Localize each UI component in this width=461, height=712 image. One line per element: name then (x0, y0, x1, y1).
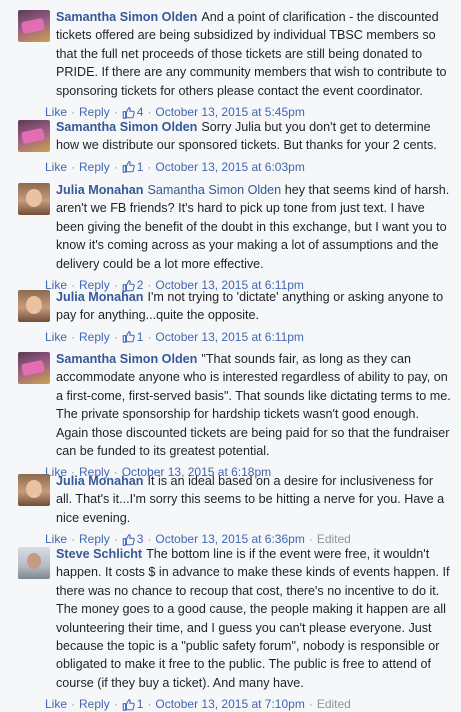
author-name[interactable]: Julia Monahan (56, 290, 143, 304)
timestamp[interactable]: October 13, 2015 at 7:10pm (155, 696, 304, 712)
separator: · (308, 697, 313, 712)
separator: · (71, 329, 76, 344)
comment-actions: Like · Reply · 1 · October 13, 2015 at 6… (45, 329, 458, 345)
timestamp[interactable]: October 13, 2015 at 6:11pm (155, 329, 304, 345)
like-count[interactable]: 1 (122, 696, 144, 712)
avatar[interactable] (18, 290, 50, 322)
thumbs-up-icon (122, 161, 135, 174)
thumbs-up-icon (122, 698, 135, 711)
comment: Samantha Simon Olden Sorry Julia but you … (18, 120, 458, 175)
author-name[interactable]: Samantha Simon Olden (56, 352, 197, 366)
avatar[interactable] (18, 547, 50, 579)
comment-body: Julia Monahan I'm not trying to 'dictate'… (56, 288, 452, 325)
separator: · (147, 697, 152, 712)
mention-tag[interactable]: Samantha Simon Olden (147, 183, 281, 197)
separator: · (147, 329, 152, 344)
avatar[interactable] (18, 352, 50, 384)
reply-link[interactable]: Reply (79, 329, 110, 345)
avatar[interactable] (18, 183, 50, 215)
comment: Julia Monahan I'm not trying to 'dictate'… (18, 290, 458, 345)
comment-body: Samantha Simon Olden Sorry Julia but you … (56, 118, 452, 155)
thumbs-up-icon (122, 331, 135, 344)
reply-link[interactable]: Reply (79, 696, 110, 712)
separator: · (71, 697, 76, 712)
comment-body: Julia Monahan It is an ideal based on a d… (56, 472, 452, 527)
comment: Steve Schlicht The bottom line is if the … (18, 547, 458, 712)
like-count-value: 1 (136, 159, 144, 174)
comment: Julia Monahan Samantha Simon Olden hey th… (18, 183, 458, 293)
separator: · (147, 159, 152, 174)
avatar[interactable] (18, 10, 50, 42)
comment-text: "That sounds fair, as long as they can a… (56, 352, 451, 459)
author-name[interactable]: Samantha Simon Olden (56, 120, 197, 134)
comment-actions: Like · Reply · 1 · October 13, 2015 at 7… (45, 696, 458, 712)
thumbs-up-icon (122, 533, 135, 546)
comment-body: Samantha Simon Olden "That sounds fair, a… (56, 350, 452, 460)
comment-body: Samantha Simon Olden And a point of clari… (56, 8, 452, 100)
comment: Julia Monahan It is an ideal based on a d… (18, 474, 458, 547)
like-link[interactable]: Like (45, 159, 67, 175)
author-name[interactable]: Julia Monahan (56, 183, 143, 197)
author-name[interactable]: Julia Monahan (56, 474, 143, 488)
comment-text: The bottom line is if the event were fre… (56, 547, 450, 690)
reply-link[interactable]: Reply (79, 159, 110, 175)
previous-comment-edge (0, 0, 461, 4)
author-name[interactable]: Steve Schlicht (56, 547, 142, 561)
like-count-value: 1 (136, 329, 144, 344)
comment: Samantha Simon Olden And a point of clari… (18, 10, 458, 120)
comment: Samantha Simon Olden "That sounds fair, a… (18, 352, 458, 480)
like-count[interactable]: 1 (122, 159, 144, 175)
timestamp[interactable]: October 13, 2015 at 6:03pm (155, 159, 304, 175)
comment-actions: Like · Reply · 1 · October 13, 2015 at 6… (45, 159, 458, 175)
edited-label[interactable]: Edited (317, 696, 351, 712)
like-count[interactable]: 1 (122, 329, 144, 345)
separator: · (71, 159, 76, 174)
separator: · (113, 697, 118, 712)
avatar[interactable] (18, 474, 50, 506)
thumbs-up-icon (122, 106, 135, 119)
separator: · (113, 159, 118, 174)
author-name[interactable]: Samantha Simon Olden (56, 10, 197, 24)
like-link[interactable]: Like (45, 329, 67, 345)
comment-body: Steve Schlicht The bottom line is if the … (56, 545, 452, 692)
like-count-value: 1 (136, 697, 144, 712)
avatar[interactable] (18, 120, 50, 152)
like-link[interactable]: Like (45, 696, 67, 712)
separator: · (113, 329, 118, 344)
comment-body: Julia Monahan Samantha Simon Olden hey th… (56, 181, 452, 273)
